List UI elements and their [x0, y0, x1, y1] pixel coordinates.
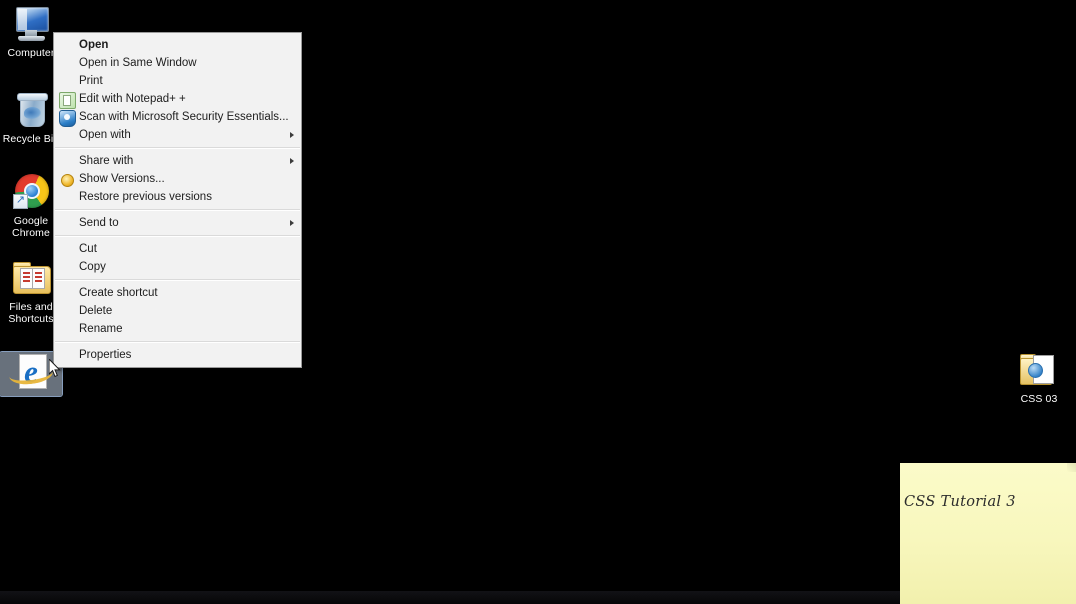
internet-explorer-icon: e: [7, 352, 55, 394]
sticky-note-text[interactable]: CSS Tutorial 3: [904, 494, 1016, 510]
menu-item-label: Share with: [79, 155, 134, 167]
notepadpp-icon: [59, 92, 76, 109]
menu-item-label: Create shortcut: [79, 287, 158, 299]
desktop-icon-label: CSS 03: [1020, 393, 1058, 405]
menu-item-send-to[interactable]: Send to: [54, 214, 301, 232]
menu-separator: [55, 209, 300, 211]
taskbar-strip: [0, 591, 900, 604]
computer-icon: [7, 4, 55, 46]
menu-item-label: Show Versions...: [79, 173, 165, 185]
menu-item-label: Copy: [79, 261, 106, 273]
menu-item-label: Properties: [79, 349, 132, 361]
sticky-note[interactable]: CSS Tutorial 3: [900, 463, 1076, 604]
menu-item-cut[interactable]: Cut: [54, 240, 301, 258]
menu-item-label: Open with: [79, 129, 131, 141]
menu-item-label: Restore previous versions: [79, 191, 212, 203]
sticky-note-corner-fold: [1067, 463, 1076, 472]
menu-item-share-with[interactable]: Share with: [54, 152, 301, 170]
menu-item-open-in-same-window[interactable]: Open in Same Window: [54, 54, 301, 72]
folder-css03-icon: [1015, 350, 1063, 392]
context-menu[interactable]: Open Open in Same Window Print Edit with No…: [53, 32, 302, 368]
menu-item-label: Cut: [79, 243, 97, 255]
menu-item-edit-with-notepad[interactable]: Edit with Notepad+ +: [54, 90, 301, 109]
security-essentials-icon: [59, 110, 76, 127]
folder-icon: [7, 258, 55, 300]
menu-item-copy[interactable]: Copy: [54, 258, 301, 276]
menu-item-label: Open in Same Window: [79, 57, 197, 69]
menu-separator: [55, 235, 300, 237]
chevron-right-icon: [290, 158, 294, 164]
menu-item-open[interactable]: Open: [54, 36, 301, 54]
menu-separator: [55, 147, 300, 149]
menu-separator: [55, 279, 300, 281]
desktop-screen: Computer Recycle Bin ↗ Google Chrome Files a…: [0, 0, 1076, 604]
menu-item-open-with[interactable]: Open with: [54, 126, 301, 144]
menu-item-print[interactable]: Print: [54, 72, 301, 90]
menu-item-scan-with-microsoft-security-essentials[interactable]: Scan with Microsoft Security Essentials.…: [54, 108, 301, 127]
chevron-right-icon: [290, 220, 294, 226]
menu-item-label: Scan with Microsoft Security Essentials.…: [79, 111, 289, 123]
menu-separator: [55, 341, 300, 343]
menu-item-rename[interactable]: Rename: [54, 320, 301, 338]
recycle-bin-icon: [7, 90, 55, 132]
menu-item-label: Delete: [79, 305, 113, 317]
menu-item-label: Edit with Notepad+ +: [79, 93, 186, 105]
desktop-icon-css-03-folder[interactable]: CSS 03: [1008, 350, 1070, 406]
menu-item-restore-previous-versions[interactable]: Restore previous versions: [54, 188, 301, 206]
versions-icon: [61, 174, 74, 187]
chrome-icon: ↗: [7, 172, 55, 214]
menu-item-show-versions[interactable]: Show Versions...: [54, 170, 301, 188]
menu-item-label: Open: [79, 39, 109, 51]
chevron-right-icon: [290, 132, 294, 138]
menu-item-create-shortcut[interactable]: Create shortcut: [54, 284, 301, 302]
menu-item-delete[interactable]: Delete: [54, 302, 301, 320]
menu-item-label: Rename: [79, 323, 123, 335]
menu-item-label: Print: [79, 75, 103, 87]
menu-item-properties[interactable]: Properties: [54, 346, 301, 364]
menu-item-label: Send to: [79, 217, 119, 229]
